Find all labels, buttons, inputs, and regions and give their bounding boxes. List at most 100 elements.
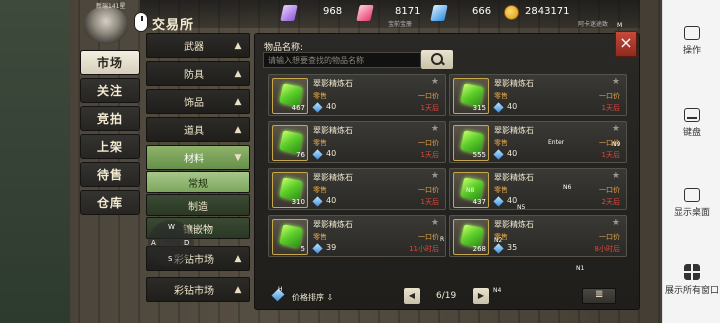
item-sell-mode: 一口价 — [599, 92, 620, 100]
item-sell-mode: 一口价 — [418, 92, 439, 100]
star-icon[interactable]: ★ — [431, 124, 439, 134]
item-card[interactable]: 467 翠影精炼石 零售 40 ★ 一口价 1天后 — [268, 74, 446, 116]
show-desktop-button[interactable]: 显示桌面 — [663, 188, 720, 218]
chevron-down-icon: ▼ — [234, 152, 242, 163]
item-quantity: 76 — [296, 151, 305, 159]
item-sell-mode: 一口价 — [599, 186, 620, 194]
list-view-button[interactable] — [582, 288, 616, 304]
star-icon[interactable]: ★ — [431, 171, 439, 181]
category-weapons[interactable]: 武器 ▲ — [146, 33, 250, 58]
item-type: 零售 — [494, 186, 508, 194]
item-card[interactable]: 5 翠影精炼石 零售 39 ★ 一口价 11小时后 — [268, 215, 446, 257]
page-indicator: 6/19 — [436, 291, 457, 301]
item-sell-mode: 一口价 — [599, 233, 620, 241]
windows-grid-icon — [684, 264, 700, 280]
prev-page-button[interactable]: ◀ — [404, 288, 420, 304]
tab-pending[interactable]: 待售 — [80, 162, 140, 187]
category-items[interactable]: 道具 ▲ — [146, 117, 250, 142]
diamond-icon — [312, 102, 323, 113]
category-armor[interactable]: 防具 ▲ — [146, 61, 250, 86]
show-desktop-label: 显示桌面 — [673, 208, 710, 218]
item-thumbnail: 315 — [453, 78, 489, 114]
subcategory-label: 制造 — [188, 201, 208, 213]
star-icon[interactable]: ★ — [612, 171, 620, 181]
category-label: 彩钻市场 — [174, 286, 214, 297]
search-input[interactable]: 请输入想要查找的物品名称 — [263, 52, 421, 68]
star-icon[interactable]: ★ — [612, 77, 620, 87]
category-label: 武器 — [184, 42, 204, 53]
item-price: 39 — [326, 243, 337, 252]
keyboard-icon — [684, 108, 700, 122]
subcategory-crafting[interactable]: 制造 — [146, 194, 250, 216]
price-sort-button[interactable]: 价格排序 ⇩ — [292, 292, 333, 303]
item-card[interactable]: 555 翠影精炼石 零售 40 ★ 一口价 1天后 — [449, 121, 627, 163]
tab-auction[interactable]: 竞拍 — [80, 106, 140, 131]
diamond-icon — [493, 102, 504, 113]
key-label: N4 — [493, 287, 502, 294]
next-page-button[interactable]: ▶ — [473, 288, 489, 304]
item-price: 40 — [507, 102, 518, 111]
chevron-up-icon: ▲ — [234, 253, 242, 264]
item-thumbnail: 76 — [272, 125, 308, 161]
item-time-left: 1天后 — [420, 198, 439, 206]
item-quantity: 315 — [472, 104, 486, 112]
close-button[interactable]: × — [615, 31, 637, 57]
key-label: M — [617, 22, 623, 29]
subcategory-label: 常规 — [188, 178, 208, 190]
tab-warehouse[interactable]: 仓库 — [80, 190, 140, 215]
chevron-up-icon: ▲ — [234, 96, 242, 107]
item-time-left: 1天后 — [601, 104, 620, 112]
topbar-sub-right: 阿卡迷途致 — [578, 21, 609, 28]
item-thumbnail: 555 — [453, 125, 489, 161]
player-avatar[interactable] — [84, 6, 128, 44]
star-icon[interactable]: ★ — [431, 218, 439, 228]
item-card[interactable]: 437 翠影精炼石 零售 40 ★ 一口价 2天后 — [449, 168, 627, 210]
chevron-up-icon: ▲ — [234, 68, 242, 79]
operation-button[interactable]: 操作 — [663, 26, 720, 56]
operation-label: 操作 — [682, 46, 701, 56]
star-icon[interactable]: ★ — [612, 124, 620, 134]
star-icon[interactable]: ★ — [431, 77, 439, 87]
item-card[interactable]: 76 翠影精炼石 零售 40 ★ 一口价 1天后 — [268, 121, 446, 163]
virtual-joystick[interactable]: W A D S — [148, 220, 194, 266]
item-card[interactable]: 310 翠影精炼石 零售 40 ★ 一口价 1天后 — [268, 168, 446, 210]
item-name: 翠影精炼石 — [494, 173, 534, 182]
search-button[interactable] — [421, 50, 453, 69]
item-time-left: 11小时后 — [409, 245, 439, 253]
item-type: 零售 — [313, 92, 327, 100]
category-diamond-market-2[interactable]: 彩钻市场 ▲ — [146, 277, 250, 302]
category-label: 道具 — [184, 126, 204, 137]
keyboard-button[interactable]: 键盘 — [663, 108, 720, 138]
item-card[interactable]: 315 翠影精炼石 零售 40 ★ 一口价 1天后 — [449, 74, 627, 116]
tab-listing[interactable]: 上架 — [80, 134, 140, 159]
item-quantity: 467 — [291, 104, 305, 112]
item-thumbnail: 268 — [453, 219, 489, 255]
diamond-icon — [312, 196, 323, 207]
item-price: 40 — [326, 196, 337, 205]
key-label: H — [278, 286, 283, 293]
star-icon[interactable]: ★ — [612, 218, 620, 228]
item-price: 35 — [507, 243, 518, 252]
all-windows-button[interactable]: 展示所有窗口 — [663, 264, 720, 296]
diamond-icon — [493, 149, 504, 160]
tab-watch[interactable]: 关注 — [80, 78, 140, 103]
diamond-icon — [493, 243, 504, 254]
currency-blue-value: 666 — [472, 6, 492, 17]
item-name: 翠影精炼石 — [313, 126, 353, 135]
category-materials[interactable]: 材料 ▼ — [146, 145, 250, 170]
item-sell-mode: 一口价 — [418, 139, 439, 147]
item-name: 翠影精炼石 — [494, 220, 534, 229]
purple-gem-icon — [280, 5, 298, 21]
item-type: 零售 — [494, 92, 508, 100]
item-type: 零售 — [494, 139, 508, 147]
item-card[interactable]: 268 翠影精炼石 零售 35 ★ 一口价 8小时后 — [449, 215, 627, 257]
joystick-left-key: A — [151, 239, 156, 247]
subcategory-regular[interactable]: 常规 — [146, 171, 250, 193]
key-label: N6 — [563, 184, 572, 191]
item-type: 零售 — [313, 139, 327, 147]
player-level-text: 新瑞141星 — [96, 3, 126, 10]
category-accessories[interactable]: 饰品 ▲ — [146, 89, 250, 114]
tab-market[interactable]: 市场 — [80, 50, 140, 75]
currency-purple-value: 968 — [323, 6, 343, 17]
key-label: N5 — [517, 204, 526, 211]
